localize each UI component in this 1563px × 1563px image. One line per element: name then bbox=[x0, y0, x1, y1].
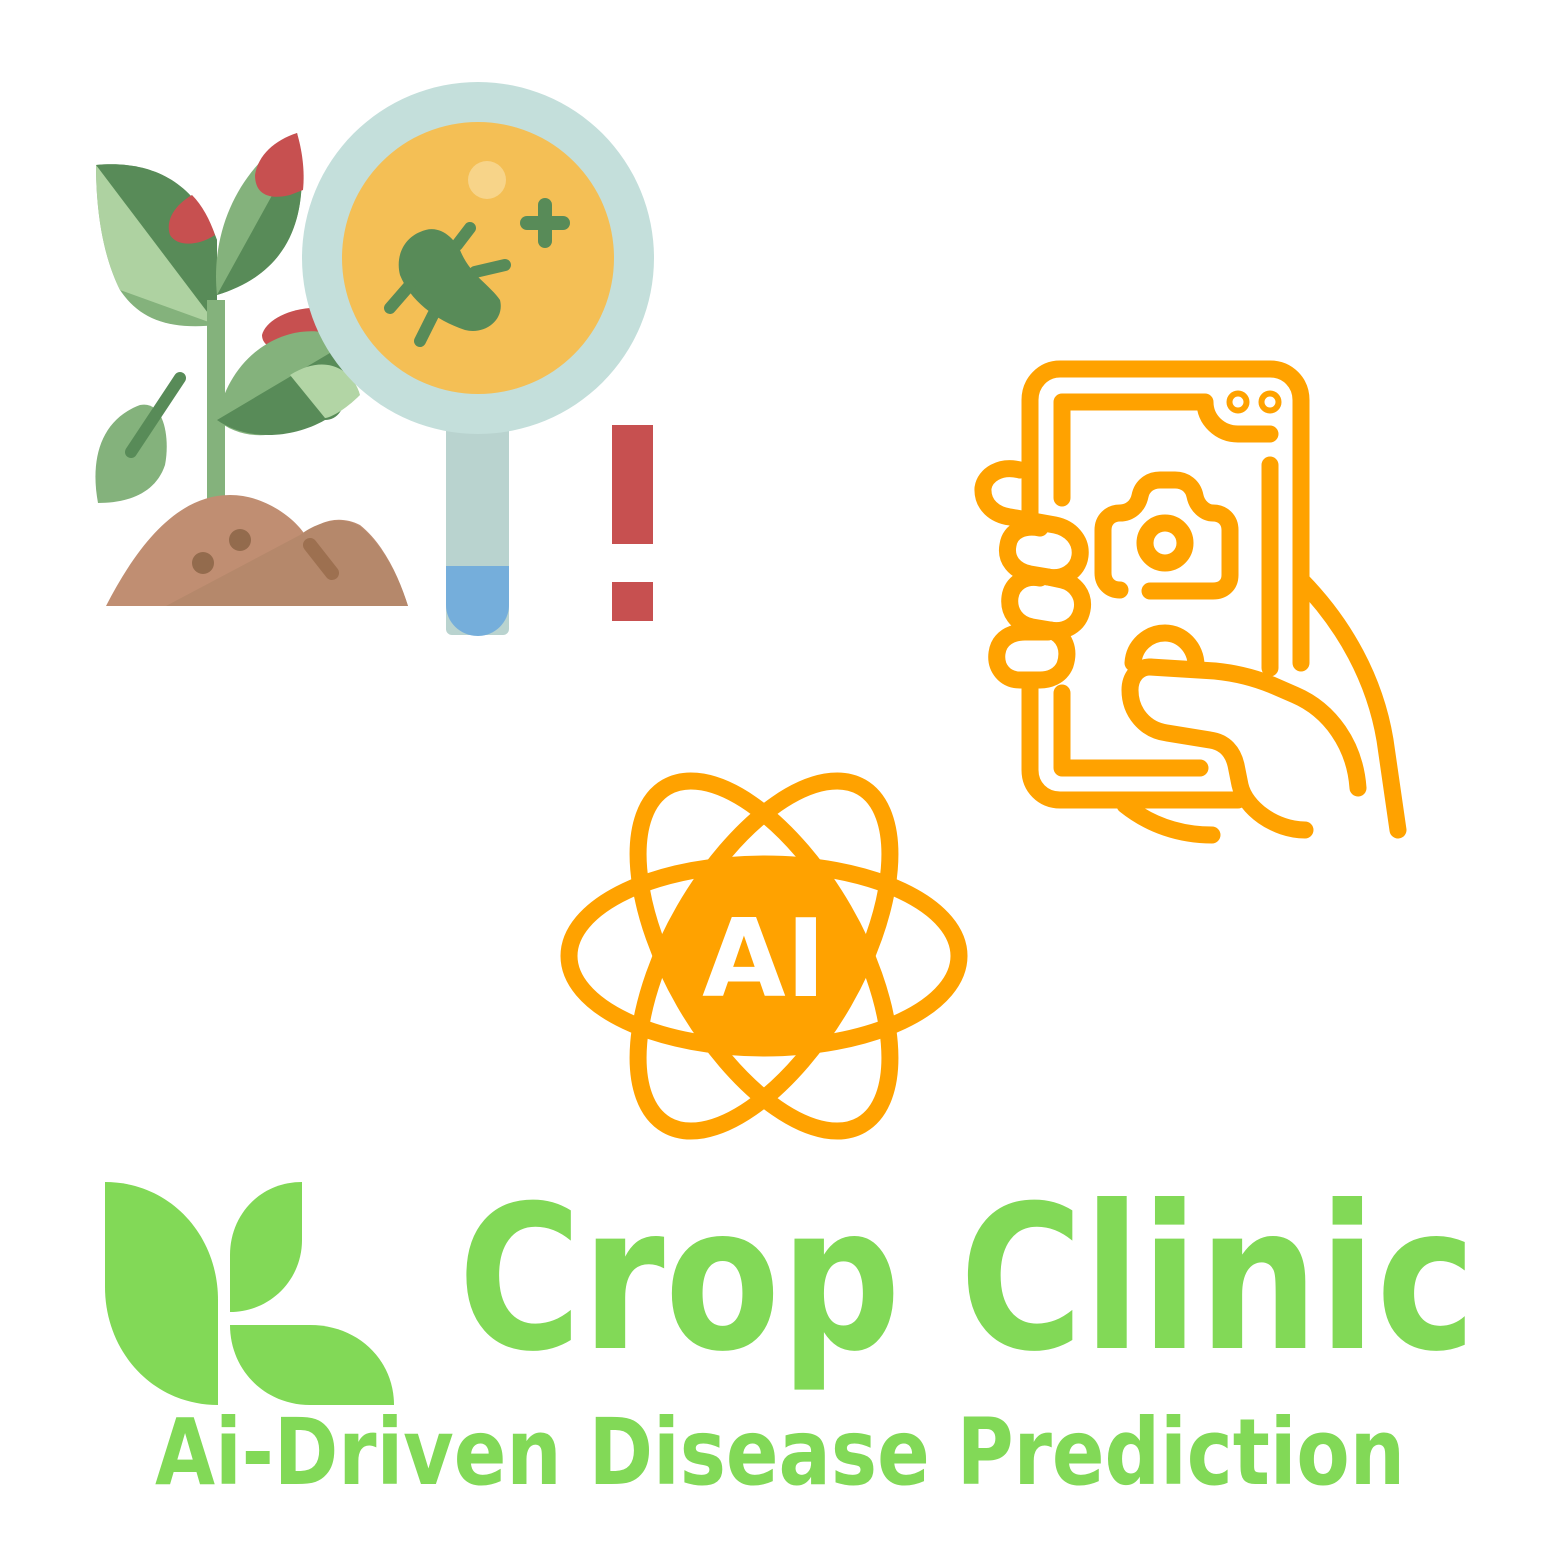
leaf-logo-icon bbox=[105, 1182, 394, 1405]
brand-tagline: Ai-Driven Disease Prediction bbox=[155, 1399, 1405, 1506]
ai-badge-text: AI bbox=[702, 897, 826, 1022]
hand-phone-camera-icon bbox=[974, 360, 1407, 844]
brand-name: Crop Clinic bbox=[458, 1163, 1476, 1396]
plant-disease-magnifier-icon bbox=[95, 82, 654, 636]
ai-atom-icon: AI bbox=[560, 772, 968, 1140]
logo-canvas: AI Crop Clinic Ai-Driven Disease Predict… bbox=[95, 82, 1476, 1506]
